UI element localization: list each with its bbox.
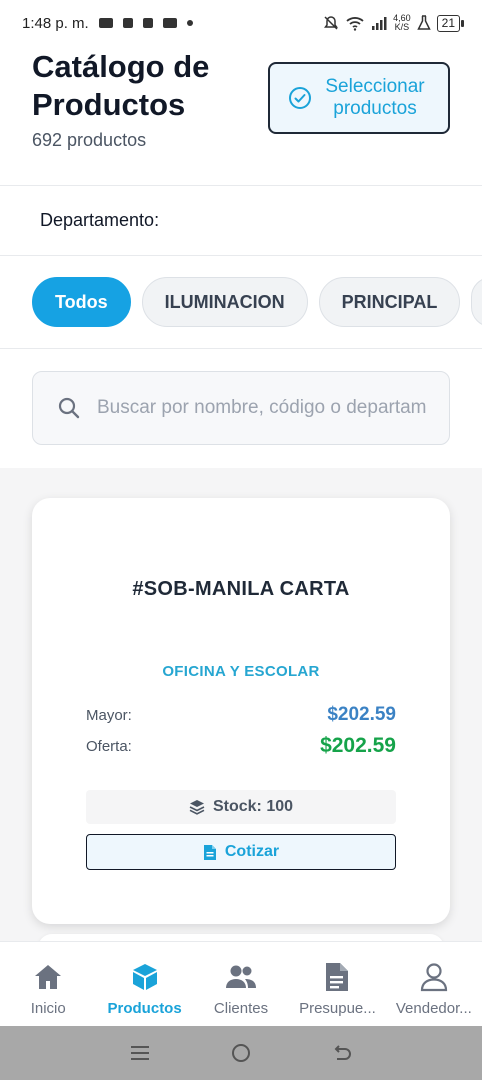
back-icon[interactable]	[332, 1044, 352, 1062]
oferta-price: $202.59	[320, 734, 396, 757]
more-notifications-icon	[186, 20, 193, 26]
nav-inicio[interactable]: Inicio	[0, 942, 96, 1026]
cotizar-button[interactable]: Cotizar	[86, 834, 396, 870]
status-time: 1:48 p. m.	[22, 14, 89, 32]
nav-label: Clientes	[213, 1000, 269, 1017]
oferta-label: Oferta:	[86, 737, 132, 755]
home-icon	[35, 965, 62, 989]
battery-indicator: 21	[436, 14, 465, 32]
product-list[interactable]: #SOB-MANILA CARTA OFICINA Y ESCOLAR Mayo…	[0, 468, 482, 941]
department-label: Departamento:	[40, 210, 160, 230]
search-icon	[58, 397, 80, 419]
wifi-icon	[346, 17, 364, 31]
user-icon	[420, 963, 447, 992]
notification-icon	[98, 18, 113, 28]
price-row-oferta: Oferta: $202.59	[86, 734, 396, 758]
flask-icon	[416, 15, 431, 30]
layers-icon	[189, 800, 205, 815]
nav-productos[interactable]: Productos	[96, 942, 192, 1026]
product-department: OFICINA Y ESCOLAR	[162, 663, 320, 680]
notification-icon	[122, 18, 133, 28]
check-circle-icon	[289, 87, 311, 109]
chip-partial[interactable]	[471, 277, 482, 327]
chip-principal[interactable]: PRINCIPAL	[318, 277, 461, 327]
status-left: 1:48 p. m.	[22, 15, 193, 32]
stock-badge: Stock: 100	[86, 790, 396, 824]
page-title: Catálogo de Productos	[32, 49, 210, 122]
nav-clientes[interactable]: Clientes	[193, 942, 289, 1026]
notification-icon	[142, 18, 153, 28]
product-name: #SOB-MANILA CARTA	[132, 578, 350, 600]
speed-unit: K/S	[394, 22, 410, 32]
cotizar-label: Cotizar	[224, 843, 280, 860]
signal-icon	[372, 17, 387, 30]
document-icon	[203, 844, 216, 860]
notification-icon	[162, 18, 177, 28]
users-icon	[226, 965, 257, 988]
status-bar: 1:48 p. m. 4,60 K/S 21	[0, 0, 482, 46]
document-icon	[326, 963, 349, 991]
department-chips: Todos ILUMINACION PRINCIPAL	[32, 277, 482, 327]
mayor-label: Mayor:	[86, 706, 132, 724]
nav-presupuestos[interactable]: Presupue...	[289, 942, 385, 1026]
status-right: 4,60 K/S 21	[323, 14, 465, 32]
system-nav-bar	[0, 1026, 482, 1080]
product-card[interactable]: #SOB-MANILA CARTA OFICINA Y ESCOLAR Mayo…	[32, 498, 450, 924]
page-header: Catálogo de Productos 692 productos Sele…	[0, 46, 482, 186]
search-section	[0, 349, 482, 468]
chip-iluminacion[interactable]: ILUMINACION	[141, 277, 308, 327]
home-circle-icon[interactable]	[230, 1042, 252, 1064]
chip-todos[interactable]: Todos	[32, 277, 131, 327]
search-box[interactable]	[32, 371, 450, 445]
select-products-button[interactable]: Seleccionar productos	[268, 62, 450, 134]
select-products-label: Seleccionar productos	[325, 76, 425, 119]
product-card-next[interactable]	[38, 934, 444, 941]
department-filter: Departamento:	[0, 186, 482, 256]
nav-label: Presupue...	[299, 1000, 376, 1017]
price-row-mayor: Mayor: $202.59	[86, 704, 396, 726]
mayor-price: $202.59	[327, 704, 396, 725]
box-icon	[132, 964, 157, 990]
recent-apps-icon[interactable]	[130, 1044, 150, 1062]
bottom-nav: Inicio Productos Clientes Presupue... Ve…	[0, 941, 482, 1026]
nav-label: Vendedor...	[395, 1000, 472, 1017]
product-count: 692 productos	[32, 130, 147, 150]
nav-label: Productos	[107, 1000, 182, 1017]
mute-icon	[324, 16, 339, 30]
department-chips-bar: Todos ILUMINACION PRINCIPAL	[0, 256, 482, 349]
network-speed: 4,60 K/S	[393, 14, 411, 32]
search-input[interactable]	[97, 397, 427, 419]
stock-text: Stock: 100	[212, 798, 294, 815]
nav-label: Inicio	[30, 1000, 66, 1017]
nav-vendedor[interactable]: Vendedor...	[386, 942, 482, 1026]
